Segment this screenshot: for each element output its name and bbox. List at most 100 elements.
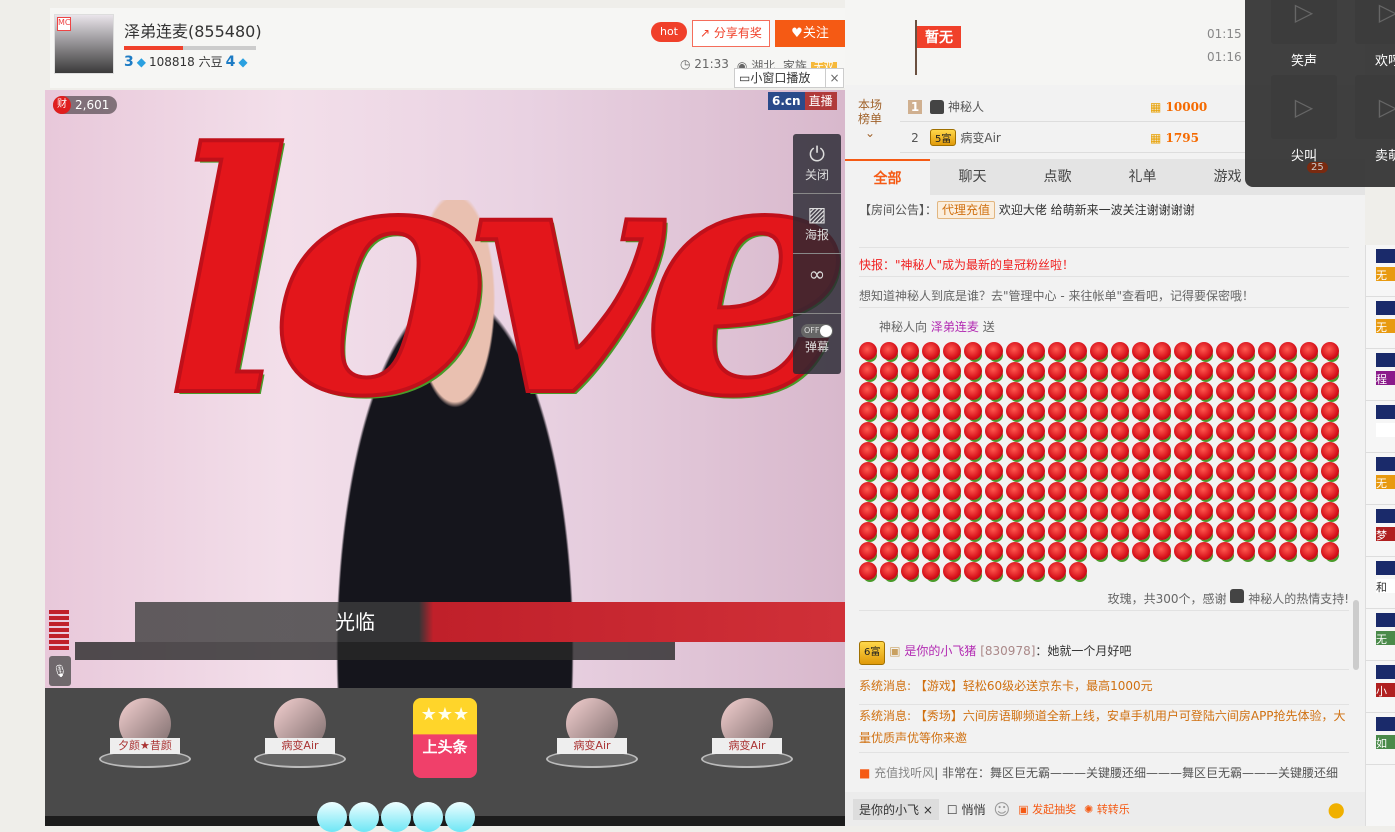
list-item[interactable]: 和 xyxy=(1366,557,1395,609)
video-player[interactable]: love 财 2,601 6.cn 直播 ⏻ 关闭 ▨ 海报 ∞ OFF 弹幕 光临 🎙 xyxy=(45,90,845,688)
list-item[interactable]: 梦 xyxy=(1366,505,1395,557)
list-item[interactable]: 无 xyxy=(1366,453,1395,505)
rose-icon xyxy=(1216,342,1234,360)
sound-laugh[interactable]: ▷ 笑声 xyxy=(1271,0,1337,69)
tab-gifts[interactable]: 礼单 xyxy=(1100,159,1185,195)
rose-icon xyxy=(1132,422,1150,440)
rose-icon xyxy=(1321,502,1339,520)
rose-icon xyxy=(964,422,982,440)
volume-meter[interactable] xyxy=(49,610,69,650)
close-icon[interactable]: × xyxy=(825,69,843,87)
tab-all[interactable]: 全部 xyxy=(845,159,930,195)
car-count: 25 xyxy=(1307,162,1328,173)
rose-icon xyxy=(985,562,1003,580)
rose-icon xyxy=(1132,442,1150,460)
lottery-button[interactable]: ▣ 发起抽奖 xyxy=(1018,801,1076,817)
tab-chat[interactable]: 聊天 xyxy=(930,159,1015,195)
seat[interactable]: 病变Air xyxy=(542,698,642,768)
extra-button[interactable]: ∞ xyxy=(793,254,841,314)
rose-icon xyxy=(1153,462,1171,480)
rose-icon xyxy=(1090,342,1108,360)
ticker-label[interactable]: 充值找听风 xyxy=(874,766,934,780)
mic-icon[interactable]: 🎙 xyxy=(49,656,71,686)
wealth-badge: 6富 xyxy=(859,641,886,665)
rose-icon xyxy=(1300,402,1318,420)
rose-icon xyxy=(901,562,919,580)
tab-songs[interactable]: 点歌 xyxy=(1015,159,1100,195)
rose-icon xyxy=(1006,482,1024,500)
golden-egg-icon[interactable]: ● xyxy=(1328,797,1345,821)
rank-row[interactable]: 1 神秘人 ▦ 10000 xyxy=(900,92,1245,122)
wheel-button[interactable]: ✺ 转转乐 xyxy=(1084,801,1130,817)
rose-icon xyxy=(1090,482,1108,500)
rose-icon xyxy=(1048,542,1066,560)
follow-label: 关注 xyxy=(802,26,829,41)
rose-icon xyxy=(1237,542,1255,560)
power-icon: ⏻ xyxy=(809,142,825,166)
rose-icon xyxy=(922,542,940,560)
rose-icon xyxy=(985,402,1003,420)
rose-icon xyxy=(1069,522,1087,540)
beans-count: 108818 六豆 xyxy=(148,55,223,69)
rose-icon xyxy=(1279,502,1297,520)
list-item[interactable]: 无 xyxy=(1366,609,1395,661)
chat-target[interactable]: 是你的小飞 × xyxy=(853,798,939,820)
wealth-icon: 财 xyxy=(53,96,71,114)
headline-button[interactable]: ★★★ 上头条 xyxy=(413,698,477,778)
rose-icon xyxy=(1006,462,1024,480)
close-video-button[interactable]: ⏻ 关闭 xyxy=(793,134,841,194)
sound-cheer[interactable]: ▷ 欢呼 xyxy=(1355,0,1395,69)
rose-icon xyxy=(1153,342,1171,360)
tag: 程 xyxy=(1376,371,1395,386)
rose-icon xyxy=(1027,382,1045,400)
seat-name: 病变Air xyxy=(265,738,335,754)
rose-icon xyxy=(1237,402,1255,420)
mini-player-button[interactable]: ▭ 小窗口播放 × xyxy=(734,68,844,88)
sound-scream[interactable]: ▷ 尖叫 xyxy=(1271,75,1337,164)
rose-icon xyxy=(1090,422,1108,440)
mystery-user-icon xyxy=(1230,589,1245,603)
sound-cute[interactable]: ▷ 卖萌 xyxy=(1355,75,1395,164)
rose-icon xyxy=(964,562,982,580)
rose-icon xyxy=(1216,442,1234,460)
user-icon: ▣ xyxy=(889,644,901,658)
close-icon[interactable]: × xyxy=(923,803,933,817)
emoji-icon[interactable]: ☺ xyxy=(994,800,1011,819)
rose-icon xyxy=(1006,522,1024,540)
whisper-checkbox[interactable]: ☐ 悄悄 xyxy=(947,801,986,818)
list-item[interactable] xyxy=(1366,401,1395,453)
rose-icon xyxy=(1258,502,1276,520)
danmaku-toggle[interactable]: OFF 弹幕 xyxy=(793,314,841,374)
bubble-buttons[interactable] xyxy=(317,802,475,832)
user-name[interactable]: 是你的小飞猪 xyxy=(904,644,976,658)
gift-recipient[interactable]: 泽弟连麦 xyxy=(931,320,979,334)
list-item[interactable]: 无 xyxy=(1366,245,1395,297)
seat[interactable]: 夕颜★昔颜 xyxy=(95,698,195,768)
follow-button[interactable]: ♥关注 xyxy=(775,20,845,47)
rank-toggle[interactable]: 本场榜单 ⌄ xyxy=(855,98,885,140)
rose-icon xyxy=(1048,562,1066,580)
list-item[interactable]: 无 xyxy=(1366,297,1395,349)
toggle-switch[interactable]: OFF xyxy=(801,324,833,338)
host-avatar[interactable]: MC xyxy=(54,14,114,74)
rose-icon xyxy=(1048,442,1066,460)
poster-button[interactable]: ▨ 海报 xyxy=(793,194,841,254)
rose-icon xyxy=(1258,422,1276,440)
seat[interactable]: 病变Air xyxy=(250,698,350,768)
agent-recharge-button[interactable]: 代理充值 xyxy=(937,201,996,219)
rose-icon xyxy=(1090,502,1108,520)
rose-icon xyxy=(1321,402,1339,420)
list-item[interactable]: 如 xyxy=(1366,713,1395,765)
rose-icon xyxy=(1279,382,1297,400)
list-item[interactable]: 程 xyxy=(1366,349,1395,401)
list-item[interactable]: 小 xyxy=(1366,661,1395,713)
share-button[interactable]: ↗ 分享有奖 xyxy=(692,20,770,47)
chat-scrollbar[interactable] xyxy=(1353,600,1359,670)
rose-icon xyxy=(1048,502,1066,520)
rose-icon xyxy=(985,502,1003,520)
badge-icon xyxy=(1376,561,1395,575)
seat[interactable]: 病变Air xyxy=(697,698,797,768)
rank-row[interactable]: 2 5富 病变Air ▦ 1795 xyxy=(900,123,1245,153)
rose-icon xyxy=(1111,542,1129,560)
rose-icon xyxy=(901,542,919,560)
